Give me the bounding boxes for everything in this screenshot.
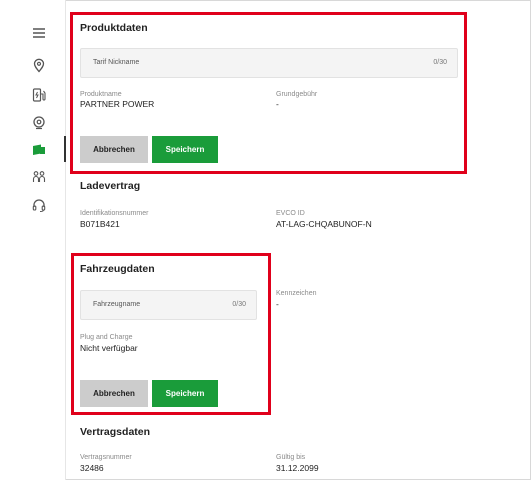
produktname-value: PARTNER POWER (80, 99, 155, 109)
headset-icon[interactable] (30, 196, 48, 214)
fahrzeugdaten-cancel-button[interactable]: Abbrechen (80, 380, 148, 407)
location-target-icon[interactable] (30, 114, 48, 132)
gueltig-bis-value: 31.12.2099 (276, 463, 319, 473)
gueltig-bis-label: Gültig bis (276, 454, 306, 461)
people-icon[interactable] (30, 168, 48, 186)
tarif-nickname-input[interactable]: Tarif Nickname 0/30 (80, 48, 458, 78)
fahrzeugname-input[interactable]: Fahrzeugname 0/30 (80, 290, 257, 320)
fahrzeugdaten-title: Fahrzeugdaten (80, 263, 155, 275)
plug-and-charge-value: Nicht verfügbar (80, 343, 138, 353)
kennzeichen-label: Kennzeichen (276, 290, 317, 297)
fahrzeugname-counter: 0/30 (232, 301, 246, 308)
produktdaten-save-button[interactable]: Speichern (152, 136, 218, 163)
vertragsnummer-value: 32486 (80, 463, 104, 473)
tarif-nickname-placeholder: Tarif Nickname (93, 59, 140, 66)
kennzeichen-value: - (276, 299, 279, 309)
sidebar (0, 0, 66, 480)
card-icon[interactable] (30, 141, 48, 159)
charging-station-icon[interactable] (30, 86, 48, 104)
plug-and-charge-label: Plug and Charge (80, 334, 133, 341)
identifikationsnummer-label: Identifikationsnummer (80, 210, 149, 217)
evco-id-value: AT-LAG-CHQABUNOF-N (276, 219, 372, 229)
vertragsdaten-title: Vertragsdaten (80, 426, 151, 438)
produktdaten-title: Produktdaten (80, 22, 148, 34)
produktname-label: Produktname (80, 91, 122, 98)
fahrzeugname-placeholder: Fahrzeugname (93, 301, 141, 308)
evco-id-label: EVCO ID (276, 210, 305, 217)
menu-icon[interactable] (30, 24, 48, 42)
grundgebuehr-value: - (276, 99, 279, 109)
fahrzeugdaten-save-button[interactable]: Speichern (152, 380, 218, 407)
ladevertrag-title: Ladevertrag (80, 180, 141, 192)
tarif-nickname-counter: 0/30 (433, 59, 447, 66)
location-pin-icon[interactable] (30, 56, 48, 74)
vertragsnummer-label: Vertragsnummer (80, 454, 132, 461)
identifikationsnummer-value: B071B421 (80, 219, 120, 229)
produktdaten-cancel-button[interactable]: Abbrechen (80, 136, 148, 163)
main-content: Produktdaten Tarif Nickname 0/30 Produkt… (66, 0, 530, 480)
grundgebuehr-label: Grundgebühr (276, 91, 318, 98)
